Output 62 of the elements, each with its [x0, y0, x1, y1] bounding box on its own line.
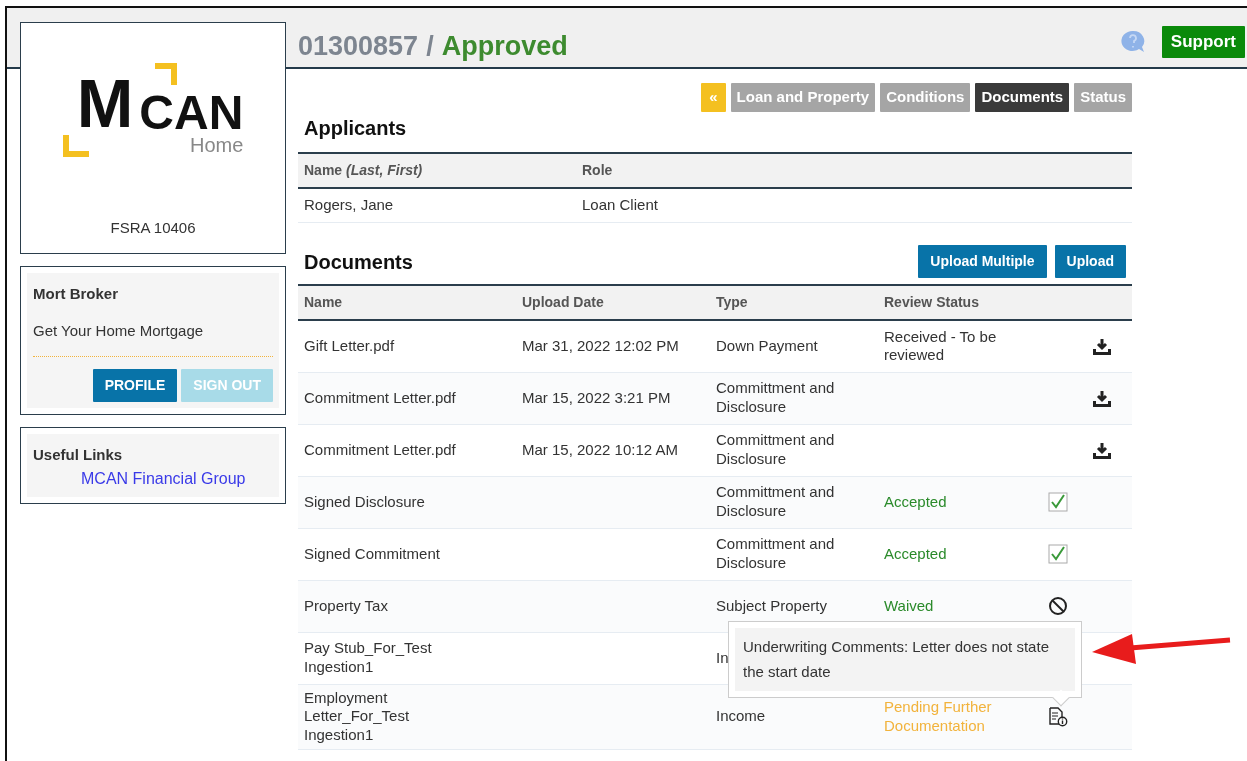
review-status: Accepted	[884, 544, 947, 562]
logo-bracket-icon	[154, 63, 177, 85]
links-title: Useful Links	[33, 445, 124, 465]
table-cell: Committment and Disclosure	[716, 483, 835, 519]
document-info-icon	[1048, 706, 1068, 727]
table-cell: Committment and Disclosure	[716, 379, 835, 415]
license-number: FSRA 10406	[110, 217, 196, 238]
checkbox-icon	[1048, 492, 1068, 512]
link[interactable]: MCAN Financial Group	[81, 469, 246, 487]
table-cell: Commitment Letter.pdf	[304, 388, 456, 406]
title-separator: /	[426, 29, 434, 63]
table-cell: Signed Commitment	[304, 544, 440, 562]
blocked-icon	[1048, 596, 1068, 616]
section-title: Applicants	[303, 115, 408, 140]
loan-status: Approved	[441, 29, 568, 63]
upload-button[interactable]: Upload	[1054, 245, 1126, 278]
tab[interactable]: Documents	[975, 83, 1070, 112]
table-cell: Mar 15, 2022 10:12 AM	[522, 440, 678, 458]
table-cell: Commitment Letter.pdf	[304, 440, 456, 458]
tab[interactable]: Status	[1074, 83, 1132, 112]
logo-subtitle: Home	[189, 134, 244, 157]
table-cell: Signed Disclosure	[304, 492, 425, 510]
table-cell: Gift Letter.pdf	[304, 336, 395, 354]
profile-button[interactable]: PROFILE	[92, 369, 178, 402]
table-cell: Down Payment	[716, 336, 818, 354]
table-cell: Property Tax	[304, 596, 388, 614]
tooltip-text: Underwriting Comments: Letter does not state the start date	[735, 627, 1075, 691]
review-status: Waived	[884, 596, 934, 614]
table-cell: Loan Client	[582, 195, 658, 213]
table-cell: Committment and Disclosure	[716, 431, 835, 467]
review-status: Received - To be reviewed	[884, 327, 997, 364]
column-header: Name	[304, 294, 343, 310]
column-header: Type	[716, 294, 748, 310]
help-icon[interactable]	[1119, 28, 1146, 55]
review-status: Pending Further Documentation	[884, 697, 992, 734]
logo-word: CAN	[139, 91, 244, 135]
table-cell: Subject Property	[716, 596, 827, 614]
download-icon	[1092, 337, 1112, 356]
column-header: Name (Last, First)	[304, 161, 423, 178]
table-cell: Committment and Disclosure	[716, 535, 835, 571]
table-cell: Mar 31, 2022 12:02 PM	[522, 336, 679, 354]
support-button[interactable]: Support	[1161, 26, 1245, 58]
tab[interactable]: Loan and Property	[730, 83, 876, 112]
tab[interactable]: Conditions	[880, 83, 971, 112]
logo-letter: M	[76, 73, 134, 135]
table-cell: Rogers, Jane	[304, 195, 394, 213]
table-cell: Income	[716, 707, 766, 725]
table-cell: Mar 15, 2022 3:21 PM	[522, 388, 671, 406]
upload-multiple-button[interactable]: Upload Multiple	[918, 245, 1047, 278]
user-name: Mort Broker	[33, 284, 119, 304]
checkbox-icon	[1048, 544, 1068, 564]
column-header: Upload Date	[522, 294, 604, 310]
table-cell: Employment Letter_For_Test Ingestion1	[304, 688, 410, 743]
section-title: Documents	[304, 249, 413, 274]
column-header: Review Status	[884, 294, 979, 310]
column-header: Role	[582, 161, 613, 178]
logo-bracket-icon	[62, 135, 89, 157]
loan-number: 01300857	[298, 29, 419, 63]
table-cell: Pay Stub_For_Test Ingestion1	[304, 639, 432, 675]
user-tagline: Get Your Home Mortgage	[33, 320, 205, 341]
table-cell: In	[716, 648, 729, 666]
review-status: Accepted	[884, 492, 947, 510]
